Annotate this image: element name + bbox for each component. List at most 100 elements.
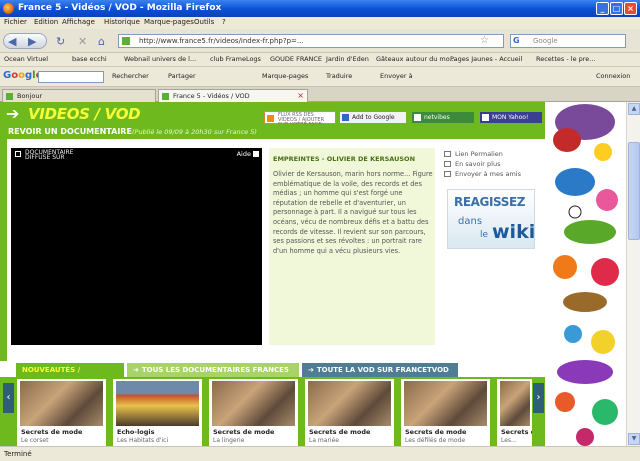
netvibes-icon <box>414 114 421 121</box>
permalink-link[interactable]: Lien Permalien <box>443 149 543 159</box>
bookmark-star-icon[interactable]: ☆ <box>480 35 489 46</box>
video-card-title: Secrets de mode <box>21 428 83 436</box>
vertical-scrollbar[interactable]: ▲ ▼ <box>626 102 640 446</box>
bookmark-item[interactable]: Gâteaux autour du mo... <box>376 55 456 63</box>
video-card[interactable]: Secrets de mode Le corset <box>17 379 106 446</box>
menu-help[interactable]: ? <box>222 18 226 26</box>
link-icon <box>444 151 451 157</box>
tab-bonjour[interactable]: Bonjour <box>2 89 156 102</box>
video-card[interactable]: Secrets de mode La mariée <box>305 379 394 446</box>
video-card[interactable]: Secrets de mode Les défilés de mode <box>401 379 490 446</box>
firefox-icon <box>3 3 14 14</box>
mail-icon <box>444 171 451 177</box>
wiki-le: le <box>480 230 489 240</box>
video-card[interactable]: Echo-logis Les Habitats d'ici <box>113 379 202 446</box>
send-friends-link[interactable]: Envoyer à mes amis <box>443 169 543 179</box>
page-viewport: ➔ VIDEOS / VOD FLUX RSS DES VIDEOS / AJO… <box>0 102 640 446</box>
partner-label: MON Yahoo! <box>492 114 529 121</box>
video-thumbnail <box>404 381 487 426</box>
video-card-subtitle: Le corset <box>21 437 49 444</box>
tab-toute-vod[interactable]: ➔ TOUTE LA VOD SUR FRANCETVOD <box>302 363 458 377</box>
menu-edition[interactable]: Edition <box>34 18 58 26</box>
gbar-traduire[interactable]: Traduire <box>326 72 352 80</box>
status-text: Terminé <box>4 450 32 458</box>
link-label: Envoyer à mes amis <box>455 170 521 178</box>
tab-france5[interactable]: France 5 - Vidéos / VOD × <box>158 89 308 102</box>
more-info-link[interactable]: En savoir plus <box>443 159 543 169</box>
documentary-title: EMPREINTES - OLIVIER DE KERSAUSON <box>273 155 416 163</box>
player-label: DOCUMENTAIRE DIFFUSE SUR <box>25 149 74 161</box>
minimize-button[interactable]: _ <box>596 2 609 15</box>
scrollbar-thumb[interactable] <box>628 142 640 240</box>
tab-tous-documentaires[interactable]: ➔ TOUS LES DOCUMENTAIRES FRANCE5 <box>127 363 299 377</box>
tab-favicon <box>6 93 13 100</box>
carousel-next-button[interactable]: › <box>533 383 544 413</box>
player-help-button[interactable]: Aide <box>237 150 259 158</box>
video-card-subtitle: Les... <box>501 437 517 444</box>
home-icon[interactable]: ⌂ <box>98 34 105 49</box>
gbar-connexion[interactable]: Connexion <box>596 72 630 80</box>
france5-site: ➔ VIDEOS / VOD FLUX RSS DES VIDEOS / AJO… <box>0 102 545 446</box>
documentary-text: Olivier de Kersauson, marin hors norme..… <box>273 170 433 255</box>
tab-label: France 5 - Vidéos / VOD <box>173 92 250 100</box>
maximize-button[interactable]: □ <box>610 2 623 15</box>
yahoo-button[interactable]: MON Yahoo! <box>480 112 542 123</box>
window-titlebar: France 5 - Vidéos / VOD - Mozilla Firefo… <box>0 0 640 17</box>
menu-fichier[interactable]: Fichier <box>4 18 27 26</box>
tab-label: TOUS LES DOCUMENTAIRES FRANCE5 <box>141 366 289 374</box>
bookmark-item[interactable]: base ecchi <box>72 55 107 63</box>
close-window-button[interactable]: × <box>624 2 637 15</box>
bookmark-item[interactable]: Recettes - le pre... <box>536 55 595 63</box>
tab-label: TOUTE LA VOD SUR FRANCETVOD <box>316 366 449 374</box>
gbar-envoyer[interactable]: Envoyer à <box>380 72 413 80</box>
rss-icon <box>267 115 274 122</box>
video-category-tabs: NOUVEAUTÉS / SÉLECTION ➔TOUS LES DOCUMEN… <box>0 361 545 388</box>
gbar-partager[interactable]: Partager <box>168 72 196 80</box>
scroll-down-icon[interactable]: ▼ <box>628 433 640 445</box>
menu-historique[interactable]: Historique <box>104 18 140 26</box>
menu-affichage[interactable]: Affichage <box>62 18 95 26</box>
window-title: France 5 - Vidéos / VOD - Mozilla Firefo… <box>18 3 222 13</box>
documentary-panel: DOCUMENTAIRE DIFFUSE SUR Aide EMPREINTES… <box>7 139 545 361</box>
add-to-google-button[interactable]: Add to Google <box>340 112 406 123</box>
side-illustration <box>545 102 626 446</box>
stop-icon[interactable]: ✕ <box>78 34 87 49</box>
back-forward-group: ◀ ▶ <box>3 33 47 49</box>
scroll-up-icon[interactable]: ▲ <box>628 103 640 115</box>
help-label: Aide <box>236 150 251 158</box>
wiki-banner[interactable]: REAGISSEZ dans le wiki <box>447 189 535 249</box>
close-tab-icon[interactable]: × <box>297 91 304 100</box>
netvibes-button[interactable]: netvibes <box>412 112 474 123</box>
player-logo-icon <box>15 151 21 157</box>
menu-marque-pages[interactable]: Marque-pages <box>144 18 194 26</box>
bookmark-item[interactable]: club FrameLogs <box>210 55 261 63</box>
bookmark-item[interactable]: Ocean Virtuel <box>4 55 48 63</box>
bookmark-item[interactable]: Pages Jaunes - Accueil <box>450 55 522 63</box>
bookmark-item[interactable]: Webnail univers de l... <box>124 55 196 63</box>
tab-label: Bonjour <box>17 92 43 100</box>
video-card-subtitle: La mariée <box>309 437 339 444</box>
back-button[interactable]: ◀ <box>8 34 16 49</box>
video-player[interactable]: DOCUMENTAIRE DIFFUSE SUR Aide <box>11 148 262 345</box>
bookmark-item[interactable]: Jardin d'Eden <box>326 55 369 63</box>
link-label: En savoir plus <box>455 160 501 168</box>
tab-nouveautes[interactable]: NOUVEAUTÉS / SÉLECTION <box>16 363 124 388</box>
bookmark-item[interactable]: GOUDE FRANCE <box>270 55 322 63</box>
url-bar[interactable]: http://www.france5.fr/videos/index-fr.ph… <box>118 34 504 48</box>
video-card[interactable]: Secrets de mode Les... <box>497 379 532 446</box>
video-card[interactable]: Secrets de mode La lingerie <box>209 379 298 446</box>
google-toolbar-input[interactable] <box>38 71 104 83</box>
gbar-marque-pages[interactable]: Marque-pages <box>262 72 308 80</box>
video-card-title: Secrets de mode <box>501 428 532 436</box>
carousel-prev-button[interactable]: ‹ <box>3 383 14 413</box>
action-links: Lien Permalien En savoir plus Envoyer à … <box>443 149 543 179</box>
rss-button[interactable]: FLUX RSS DES VIDEOS / AJOUTER SUR VOTRE … <box>264 111 336 128</box>
video-card-title: Echo-logis <box>117 428 155 436</box>
status-bar: Terminé <box>0 446 640 461</box>
search-input[interactable]: G Google <box>510 34 626 48</box>
gbar-rechercher[interactable]: Rechercher <box>112 72 149 80</box>
forward-button[interactable]: ▶ <box>28 34 36 49</box>
menu-outils[interactable]: Outils <box>194 18 214 26</box>
reload-icon[interactable]: ↻ <box>56 34 65 49</box>
documentary-description: EMPREINTES - OLIVIER DE KERSAUSON Olivie… <box>269 148 435 345</box>
